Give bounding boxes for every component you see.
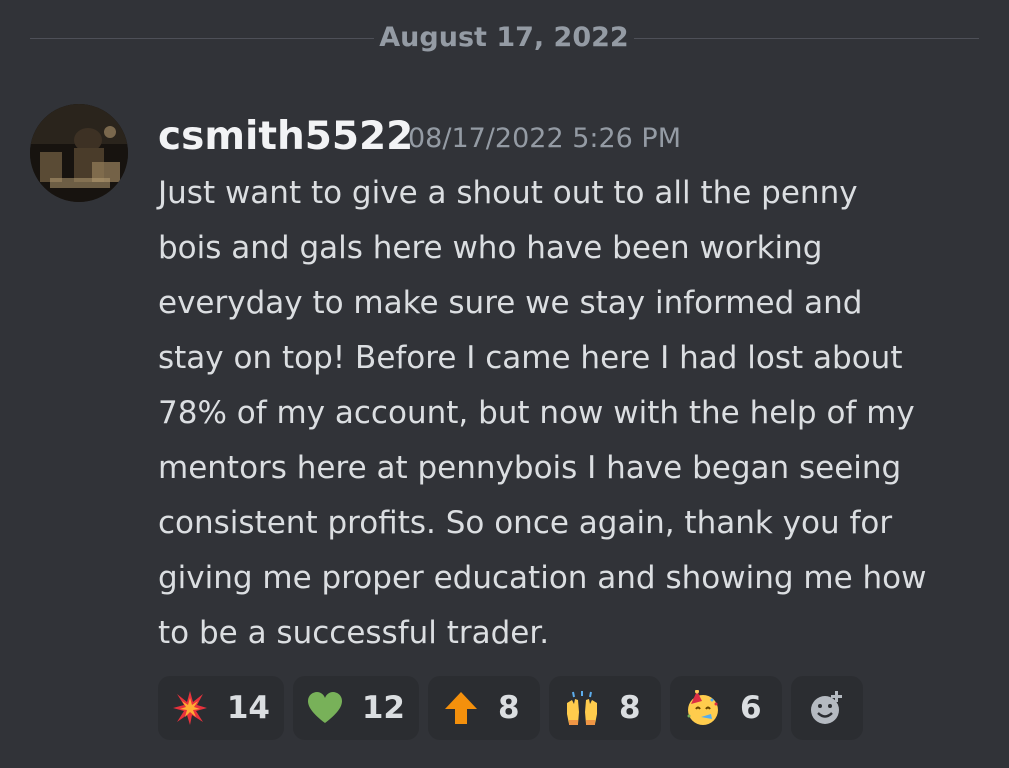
date-divider-label: August 17, 2022: [374, 20, 634, 56]
raised-hands-icon: [563, 689, 601, 727]
up-arrow-icon: [442, 689, 480, 727]
reaction-green-heart[interactable]: 12: [293, 676, 419, 740]
message-author[interactable]: csmith5522: [158, 113, 413, 161]
reaction-up-arrow[interactable]: 8: [428, 676, 540, 740]
message-line: mentors here at pennybois I have began s…: [158, 450, 902, 486]
reaction-partying-face[interactable]: 6: [670, 676, 782, 740]
message-line: everyday to make sure we stay informed a…: [158, 285, 863, 321]
reaction-count: 12: [361, 690, 405, 726]
collision-icon: [172, 689, 209, 727]
add-reaction-button[interactable]: [791, 676, 863, 740]
reaction-collision[interactable]: 14: [158, 676, 284, 740]
partying-face-icon: [684, 689, 722, 727]
message-line: 78% of my account, but now with the help…: [158, 395, 915, 431]
message-timestamp[interactable]: 08/17/2022 5:26 PM: [408, 121, 681, 157]
green-heart-icon: [307, 689, 344, 727]
message-line: to be a successful trader.: [158, 615, 550, 651]
message-content: Just want to give a shout out to all the…: [158, 166, 988, 661]
reaction-count: 8: [619, 690, 641, 726]
avatar[interactable]: [30, 104, 128, 202]
message-line: stay on top! Before I came here I had lo…: [158, 340, 903, 376]
message-line: consistent profits. So once again, thank…: [158, 505, 893, 541]
reaction-count: 8: [498, 690, 520, 726]
add-reaction-icon: [808, 689, 846, 727]
message-line: bois and gals here who have been working: [158, 230, 823, 266]
reaction-count: 6: [740, 690, 762, 726]
reactions-bar: 14 12 8 8 6: [158, 676, 863, 740]
reaction-raised-hands[interactable]: 8: [549, 676, 661, 740]
avatar-photo: [30, 104, 128, 202]
message-line: giving me proper education and showing m…: [158, 560, 927, 596]
message-line: Just want to give a shout out to all the…: [158, 175, 858, 211]
reaction-count: 14: [226, 690, 270, 726]
